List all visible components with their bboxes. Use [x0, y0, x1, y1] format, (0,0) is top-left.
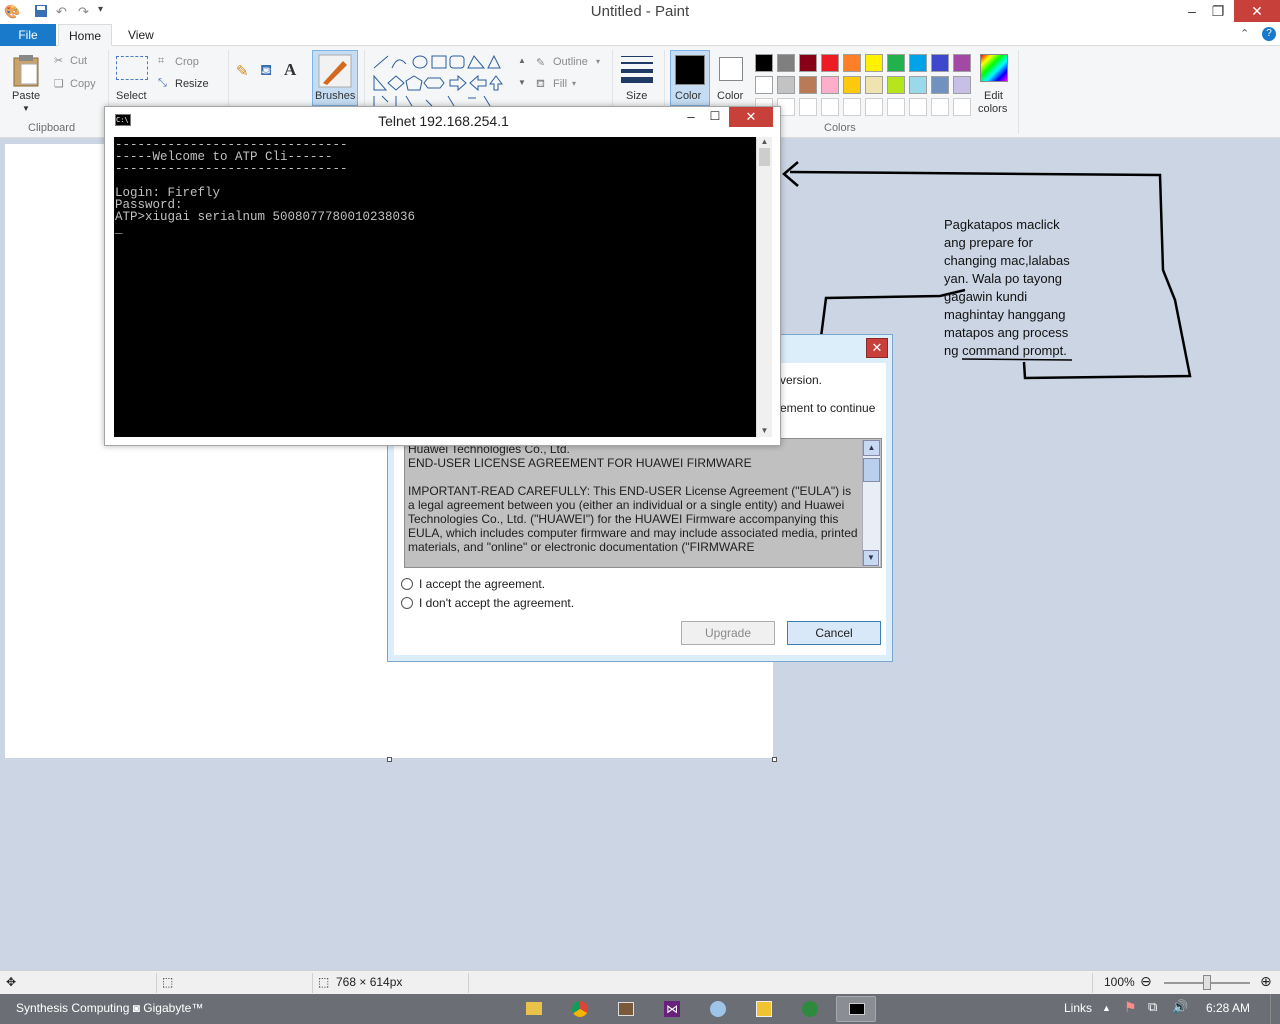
zoom-slider-thumb[interactable] [1203, 975, 1211, 990]
eula-title: END-USER LICENSE AGREEMENT FOR HUAWEI FI… [408, 456, 752, 470]
image-size-icon: ⬚ [318, 975, 330, 989]
terminal-scroll-thumb[interactable] [759, 148, 770, 166]
action-center-flag-icon[interactable]: ⚑ [1124, 999, 1137, 1016]
telnet-maximize-button[interactable]: ☐ [703, 109, 727, 127]
terminal-line: ------------------------------- [115, 162, 348, 176]
installer-taskbar-icon[interactable] [744, 996, 784, 1022]
zoom-in-button[interactable]: ⊕ [1260, 973, 1272, 990]
eula-body: IMPORTANT-READ CAREFULLY: This END-USER … [408, 484, 858, 554]
console-icon: C:\ [115, 114, 131, 126]
paint-taskbar-icon[interactable] [698, 996, 738, 1022]
zoom-level: 100% [1104, 975, 1135, 989]
cursor-position-icon: ✥ [6, 975, 17, 989]
decline-radio[interactable] [401, 597, 413, 609]
network-app-icon[interactable] [790, 996, 830, 1022]
dialog-close-button[interactable]: ✕ [866, 338, 888, 358]
taskbar: Synthesis Computing ◙ Gigabyte™ ⋈ Links … [0, 994, 1280, 1024]
network-status-icon[interactable]: ⧉ [1148, 999, 1157, 1015]
show-hidden-icons-icon[interactable]: ▲ [1102, 1003, 1111, 1013]
telnet-close-button[interactable]: ✕ [729, 107, 773, 127]
dialog-partial-text-1: version. [780, 373, 823, 387]
dialog-partial-text-2: ement to continue [780, 401, 876, 415]
upgrade-button[interactable]: Upgrade [681, 621, 775, 645]
scroll-up-icon[interactable]: ▲ [863, 440, 880, 456]
decline-label[interactable]: I don't accept the agreement. [419, 596, 574, 610]
eula-textbox[interactable]: Huawei Technologies Co., Ltd. END-USER L… [404, 438, 882, 568]
eula-scrollbar[interactable]: ▲ ▼ [862, 440, 880, 566]
terminal-line: _ [115, 222, 123, 236]
volume-icon[interactable]: 🔊 [1172, 999, 1188, 1015]
terminal-scroll-up-icon[interactable]: ▲ [757, 137, 772, 146]
telnet-minimize-button[interactable]: – [679, 109, 703, 127]
show-desktop-button[interactable] [1270, 994, 1280, 1024]
selection-size-icon: ⬚ [162, 975, 174, 989]
scroll-down-icon[interactable]: ▼ [863, 550, 879, 566]
accept-radio[interactable] [401, 578, 413, 590]
taskbar-clock[interactable]: 6:28 AM [1206, 1001, 1250, 1015]
visual-studio-icon[interactable]: ⋈ [652, 996, 692, 1022]
links-toolbar[interactable]: Links [1064, 1001, 1092, 1015]
telnet-window: C:\ Telnet 192.168.254.1 – ☐ ✕ ---------… [104, 106, 781, 446]
console-app-icon[interactable] [606, 996, 646, 1022]
image-size: 768 × 614px [336, 975, 403, 989]
terminal-scroll-down-icon[interactable]: ▼ [757, 426, 772, 435]
status-bar: ✥ ⬚ ⬚ 768 × 614px 100% ⊖ ⊕ [0, 970, 1280, 994]
annotation-text: Pagkatapos maclick ang prepare for chang… [944, 217, 1070, 358]
terminal-line: Login: Firefly [115, 186, 221, 200]
scroll-thumb[interactable] [863, 458, 880, 482]
zoom-out-button[interactable]: ⊖ [1140, 973, 1152, 990]
terminal-scrollbar[interactable]: ▲ ▼ [756, 137, 772, 437]
taskbar-toolbar-label: Synthesis Computing ◙ Gigabyte™ [16, 1001, 204, 1015]
terminal-line: ATP>xiugai serialnum 5008077780010238036 [115, 210, 416, 224]
terminal-output[interactable]: ------------------------------- -----Welc… [114, 137, 756, 437]
accept-label[interactable]: I accept the agreement. [419, 577, 545, 591]
chrome-icon[interactable] [560, 996, 600, 1022]
telnet-taskbar-icon[interactable] [836, 996, 876, 1022]
cancel-button[interactable]: Cancel [787, 621, 881, 645]
file-explorer-icon[interactable] [514, 996, 554, 1022]
